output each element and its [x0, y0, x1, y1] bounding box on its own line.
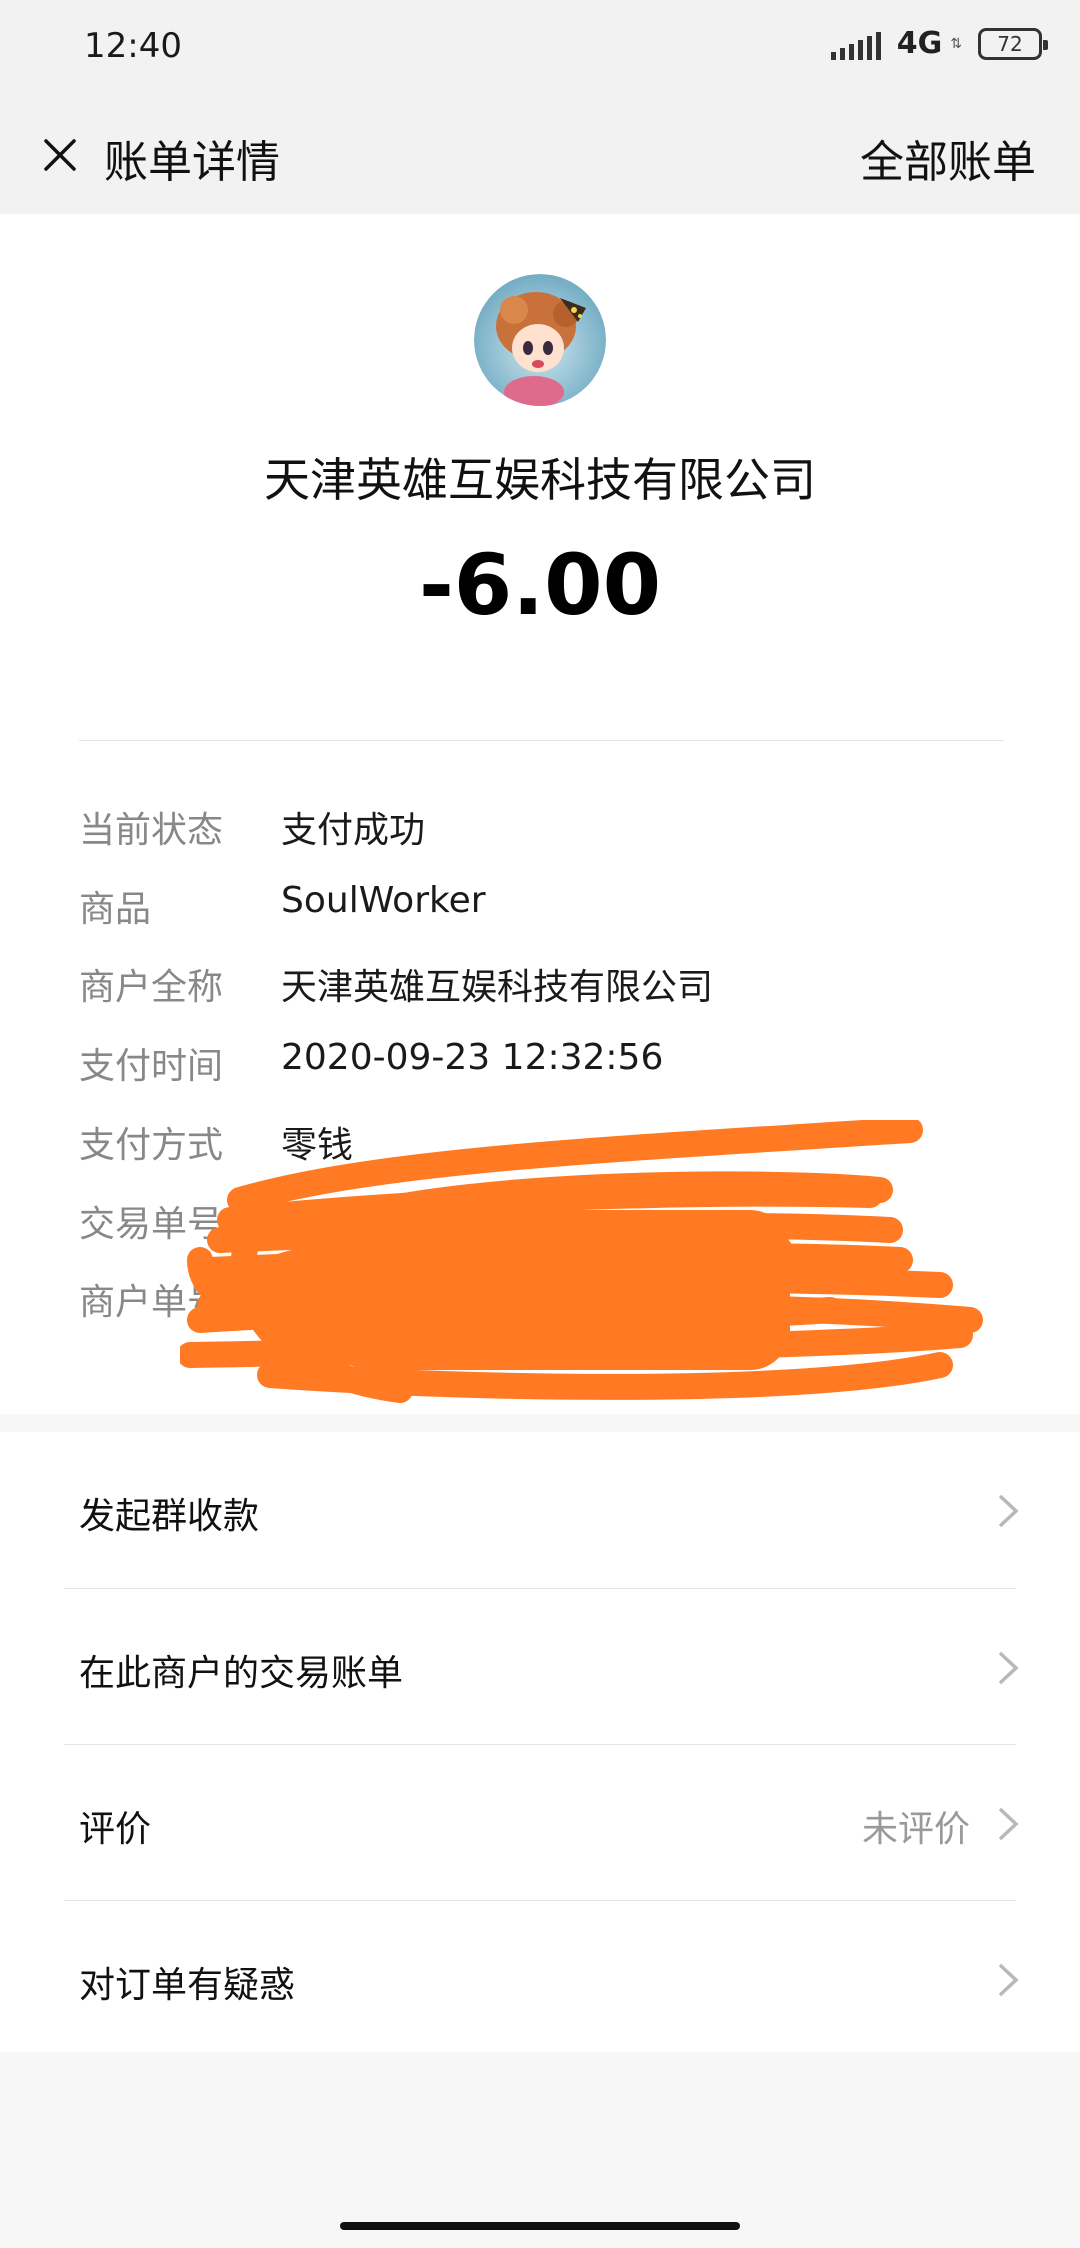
menu-item-label: 对订单有疑惑: [79, 1965, 296, 2006]
menu-item-label: 在此商户的交易账单: [79, 1653, 404, 1694]
detail-label: 商品: [79, 889, 152, 930]
menu-item-label: 发起群收款: [79, 1496, 260, 1537]
detail-value: 2020-09-23 12:32:56: [281, 1037, 664, 1078]
chevron-right-icon: [998, 1651, 1019, 1685]
merchant-name: 天津英雄互娱科技有限公司: [264, 453, 816, 507]
action-menu: 发起群收款 在此商户的交易账单 评价 未评价 对订单有疑惑: [0, 1432, 1080, 2052]
detail-value: 支付成功: [281, 810, 426, 851]
payment-amount: -6.00: [418, 536, 662, 634]
status-time: 12:40: [84, 26, 182, 66]
navigation-bar: 账单详情 全部账单: [0, 96, 1080, 214]
network-label: 4G: [896, 26, 943, 61]
detail-row-status: 当前状态 支付成功: [79, 801, 425, 851]
battery-level: 72: [997, 31, 1023, 56]
menu-item-label: 评价: [79, 1809, 152, 1850]
chevron-right-icon: [998, 1494, 1019, 1528]
menu-item-order-question[interactable]: 对订单有疑惑: [0, 1901, 1080, 2056]
menu-item-group-collection[interactable]: 发起群收款: [0, 1432, 1080, 1587]
signal-icon: [830, 28, 881, 60]
divider: [79, 740, 1004, 741]
chevron-right-icon: [998, 1963, 1019, 1997]
merchant-avatar: [474, 274, 606, 406]
review-status: 未评价: [861, 1809, 970, 1850]
detail-row-pay-time: 支付时间 2020-09-23 12:32:56: [79, 1037, 663, 1087]
detail-label: 商户全称: [79, 967, 224, 1008]
detail-value: 天津英雄互娱科技有限公司: [281, 967, 714, 1008]
status-bar: 12:40 4G ⇅ 72: [0, 0, 1080, 96]
status-icons: 4G ⇅ 72: [830, 26, 1048, 61]
detail-row-product: 商品 SoulWorker: [79, 880, 486, 930]
chevron-right-icon: [998, 1807, 1019, 1841]
menu-item-review[interactable]: 评价 未评价: [0, 1745, 1080, 1900]
detail-value: SoulWorker: [281, 880, 486, 921]
menu-item-merchant-bills[interactable]: 在此商户的交易账单: [0, 1589, 1080, 1744]
all-bills-link[interactable]: 全部账单: [860, 126, 1036, 190]
detail-label: 当前状态: [79, 810, 224, 851]
battery-icon: 72: [978, 27, 1048, 60]
detail-row-merchant-fullname: 商户全称 天津英雄互娱科技有限公司: [79, 958, 713, 1008]
close-icon[interactable]: [28, 123, 92, 187]
redaction-scribble: [180, 1120, 983, 1403]
home-indicator[interactable]: [340, 2222, 740, 2230]
detail-label: 支付时间: [79, 1046, 224, 1087]
network-activity-icon: ⇅: [950, 35, 962, 52]
page-title: 账单详情: [104, 137, 280, 188]
